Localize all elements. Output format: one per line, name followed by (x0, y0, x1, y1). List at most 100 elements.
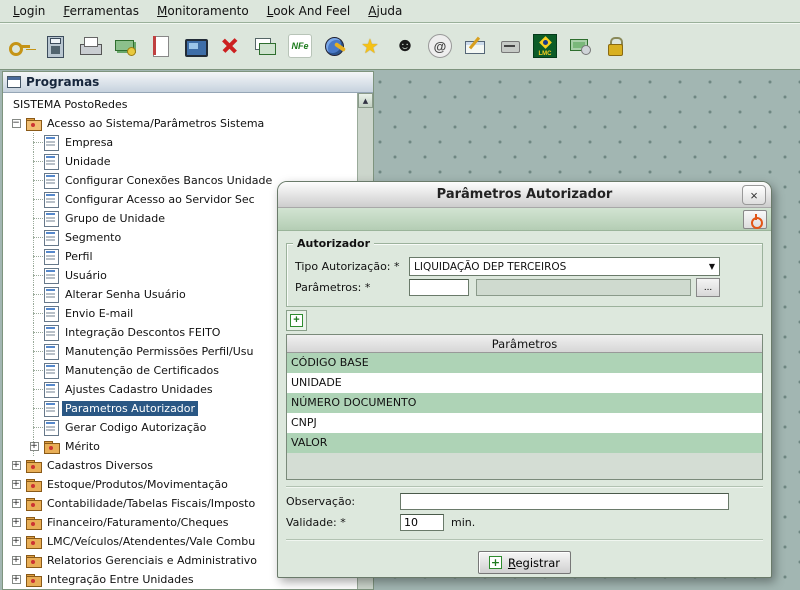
toolbar-button[interactable] (564, 27, 596, 65)
table-row[interactable]: UNIDADE (287, 373, 762, 393)
document-icon (43, 381, 61, 398)
table-row[interactable]: VALOR (287, 433, 762, 453)
tree-item-label: Configurar Acesso ao Servidor Sec (62, 192, 258, 207)
toolbar-button[interactable] (109, 27, 141, 65)
toolbar-button[interactable] (494, 27, 526, 65)
expander-slot[interactable] (25, 437, 43, 456)
expander-icon[interactable] (12, 575, 21, 584)
expander-slot[interactable] (7, 494, 25, 513)
toolbar-button[interactable] (4, 27, 36, 65)
expander-slot[interactable] (25, 152, 43, 171)
tree-item[interactable]: Empresa (3, 133, 357, 152)
tree-item[interactable]: Unidade (3, 152, 357, 171)
registrar-button[interactable]: + Registrar (478, 551, 571, 574)
toolbar-button[interactable]: NFe (284, 27, 316, 65)
expander-slot[interactable] (25, 171, 43, 190)
at-icon: @ (428, 34, 452, 58)
document-icon (43, 324, 61, 341)
expander-slot[interactable] (25, 342, 43, 361)
expander-slot[interactable] (25, 399, 43, 418)
folder-open-icon (25, 115, 43, 132)
expander-slot[interactable] (7, 570, 25, 589)
table-row[interactable]: CÓDIGO BASE (287, 353, 762, 373)
expander-slot[interactable] (25, 190, 43, 209)
tipo-autorizacao-select[interactable]: LIQUIDAÇÃO DEP TERCEIROS ▼ (409, 257, 720, 276)
expander-icon[interactable] (12, 480, 21, 489)
tree-item-label: Perfil (62, 249, 96, 264)
expander-slot[interactable] (25, 304, 43, 323)
expander-icon[interactable] (12, 556, 21, 565)
add-parametro-row: + (286, 310, 763, 331)
observacao-label: Observação: (286, 495, 400, 508)
globe-icon (323, 34, 347, 58)
browse-button[interactable]: ... (696, 278, 720, 297)
folder-icon (25, 457, 43, 474)
validade-input[interactable] (400, 514, 444, 531)
expander-slot[interactable] (25, 266, 43, 285)
document-icon (43, 153, 61, 170)
tree-item[interactable]: SISTEMA PostoRedes (3, 95, 357, 114)
lmc-icon: LMC (533, 34, 557, 58)
observacao-input[interactable] (400, 493, 729, 510)
menu-item[interactable]: Monitoramento (148, 2, 258, 20)
menu-item[interactable]: Login (4, 2, 54, 20)
expander-slot[interactable] (7, 551, 25, 570)
menu-item[interactable]: Look And Feel (258, 2, 360, 20)
toolbar-button[interactable]: @ (424, 27, 456, 65)
tree-item-label: Acesso ao Sistema/Parâmetros Sistema (44, 116, 267, 131)
tree-item-label: Manutenção Permissões Perfil/Usu (62, 344, 257, 359)
expander-icon[interactable] (30, 442, 39, 451)
document-icon (43, 419, 61, 436)
expander-slot[interactable] (25, 323, 43, 342)
parametro-input[interactable] (409, 279, 469, 296)
menu-item[interactable]: Ferramentas (54, 2, 148, 20)
expander-icon[interactable] (12, 461, 21, 470)
toolbar-button[interactable] (144, 27, 176, 65)
add-parametro-button[interactable]: + (286, 310, 307, 331)
menu-item[interactable]: Ajuda (359, 2, 411, 20)
expander-slot[interactable] (7, 532, 25, 551)
expander-slot[interactable] (25, 418, 43, 437)
dialog-title: Parâmetros Autorizador (437, 187, 613, 202)
expander-icon[interactable] (12, 119, 21, 128)
exit-button[interactable] (743, 210, 767, 229)
expander-slot[interactable] (7, 456, 25, 475)
expander-icon[interactable] (12, 537, 21, 546)
expander-slot[interactable] (25, 247, 43, 266)
expander-slot[interactable] (7, 114, 25, 133)
toolbar-button[interactable] (459, 27, 491, 65)
lock-icon (603, 34, 627, 58)
table-row[interactable]: CNPJ (287, 413, 762, 433)
tree-item-label: Ajustes Cadastro Unidades (62, 382, 216, 397)
tree-item[interactable]: Acesso ao Sistema/Parâmetros Sistema (3, 114, 357, 133)
toolbar-button[interactable] (599, 27, 631, 65)
toolbar-button[interactable] (179, 27, 211, 65)
expander-slot[interactable] (25, 380, 43, 399)
parametros-table: Parâmetros CÓDIGO BASE UNIDADE NÚMERO DO… (286, 334, 763, 480)
table-row[interactable]: NÚMERO DOCUMENTO (287, 393, 762, 413)
toolbar-button[interactable] (39, 27, 71, 65)
expander-slot[interactable] (7, 475, 25, 494)
expander-icon[interactable] (12, 518, 21, 527)
toolbar-button[interactable] (214, 27, 246, 65)
application-window: Login Ferramentas Monitoramento Look And… (0, 0, 800, 590)
expander-slot[interactable] (25, 228, 43, 247)
toolbar-button[interactable]: LMC (529, 27, 561, 65)
toolbar-button[interactable] (74, 27, 106, 65)
separator (286, 539, 763, 541)
expander-slot[interactable] (25, 209, 43, 228)
toolbar-button[interactable] (249, 27, 281, 65)
toolbar-button[interactable]: ☻ (389, 27, 421, 65)
nfe-icon: NFe (288, 34, 312, 58)
expander-slot[interactable] (25, 361, 43, 380)
expander-slot[interactable] (7, 513, 25, 532)
toolbar-button[interactable]: ★ (354, 27, 386, 65)
toolbar-button[interactable] (319, 27, 351, 65)
tree-item-label: Usuário (62, 268, 110, 283)
expander-slot[interactable] (25, 133, 43, 152)
dialog-titlebar[interactable]: Parâmetros Autorizador × (278, 182, 771, 208)
expander-icon[interactable] (12, 499, 21, 508)
close-button[interactable]: × (742, 185, 766, 205)
scroll-up-button[interactable]: ▲ (358, 93, 373, 108)
expander-slot[interactable] (25, 285, 43, 304)
